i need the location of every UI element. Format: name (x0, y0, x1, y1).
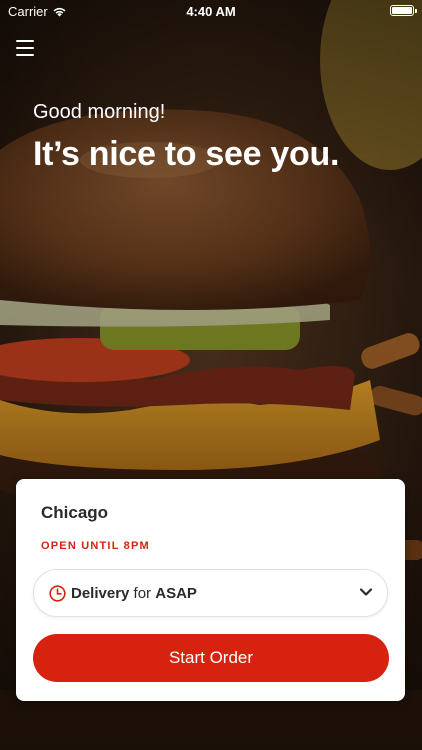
battery-fill (392, 7, 412, 14)
order-mode-select[interactable]: Delivery for ASAP (33, 569, 388, 617)
hamburger-menu-icon[interactable] (16, 40, 34, 56)
order-connector: for (133, 585, 152, 602)
start-order-button[interactable]: Start Order (33, 634, 389, 682)
greeting-text: Good morning! (33, 101, 166, 123)
order-card: Chicago OPEN UNTIL 8PM Delivery for ASAP… (16, 479, 405, 701)
status-bar: Carrier 4:40 AM (0, 0, 422, 22)
order-time: ASAP (155, 585, 197, 602)
page-title: It’s nice to see you. (33, 135, 340, 173)
order-mode-text: Delivery for ASAP (71, 585, 197, 602)
hours-status: OPEN UNTIL 8PM (41, 540, 150, 552)
battery-icon (390, 5, 417, 16)
clock-time: 4:40 AM (186, 4, 236, 19)
chevron-down-icon (359, 588, 373, 596)
location-name: Chicago (41, 503, 109, 522)
order-method: Delivery (71, 585, 130, 602)
clock-icon (49, 585, 66, 602)
